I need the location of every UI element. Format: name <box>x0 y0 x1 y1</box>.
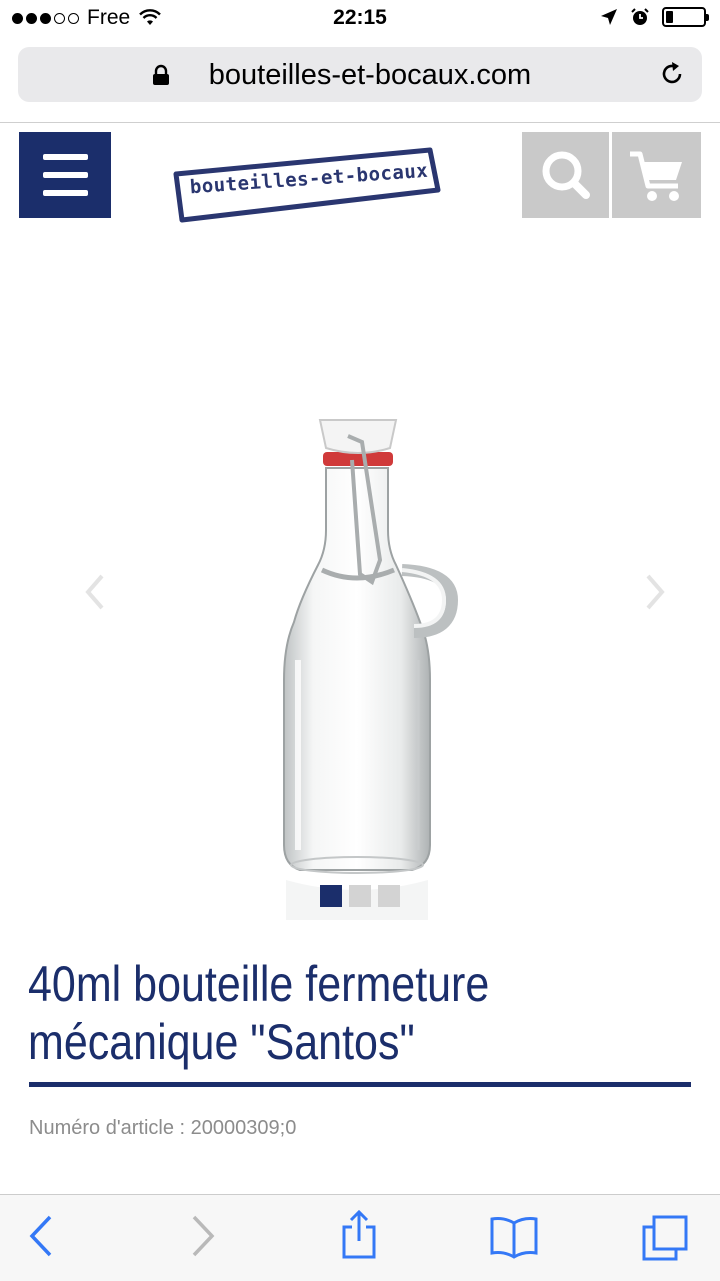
battery-icon <box>662 7 709 27</box>
cart-icon <box>630 151 682 201</box>
product-image <box>283 419 459 920</box>
product-title-line-2: mécanique "Santos" <box>28 1014 415 1070</box>
url-text: bouteilles-et-bocaux.com <box>208 59 532 91</box>
cart-button[interactable] <box>612 132 701 218</box>
reload-icon[interactable] <box>658 60 686 88</box>
chevron-left-icon[interactable] <box>80 572 110 612</box>
status-right <box>600 7 709 27</box>
status-bar: Free 22:15 <box>0 0 720 40</box>
share-icon[interactable] <box>338 1209 380 1261</box>
product-title: 40ml bouteille fermeture mécanique "Sant… <box>28 955 596 1071</box>
location-arrow-icon <box>601 9 617 25</box>
menu-button[interactable] <box>19 132 111 218</box>
product-title-line-1: 40ml bouteille fermeture <box>28 956 490 1012</box>
carousel-dot-1[interactable] <box>320 885 342 907</box>
site-logo[interactable]: bouteilles-et-bocaux <box>168 140 442 232</box>
title-underline <box>29 1082 691 1087</box>
bookmarks-icon[interactable] <box>488 1213 540 1259</box>
search-icon <box>542 151 590 199</box>
forward-icon[interactable] <box>188 1213 218 1259</box>
carousel-dot-2[interactable] <box>349 885 371 907</box>
back-icon[interactable] <box>26 1213 56 1259</box>
carousel-dot-3[interactable] <box>378 885 400 907</box>
tabs-icon[interactable] <box>640 1213 692 1263</box>
header-divider <box>0 122 720 123</box>
product-gallery[interactable] <box>0 360 720 920</box>
browser-toolbar <box>0 1194 720 1281</box>
article-number: Numéro d'article : 20000309;0 <box>29 1117 297 1139</box>
alarm-icon <box>631 8 649 25</box>
carousel-indicators <box>320 885 400 907</box>
chevron-right-icon[interactable] <box>640 572 670 612</box>
address-bar[interactable]: bouteilles-et-bocaux.com <box>18 47 702 102</box>
search-button[interactable] <box>522 132 609 218</box>
